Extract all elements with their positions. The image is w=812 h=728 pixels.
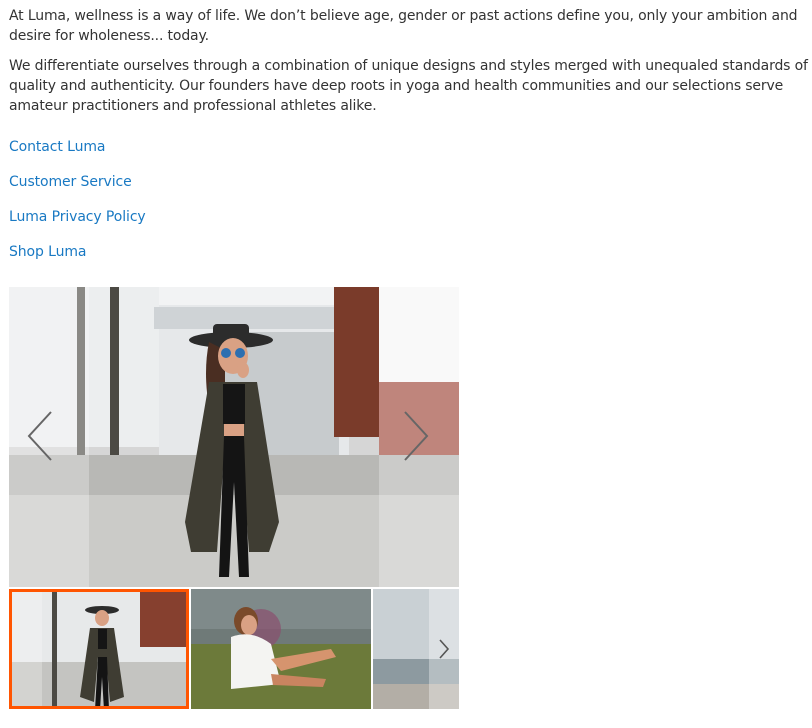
model-figure	[185, 324, 279, 577]
gallery-thumbnail-1[interactable]	[9, 589, 189, 709]
gallery-prev-button[interactable]	[20, 406, 60, 466]
chevron-left-icon	[27, 411, 52, 461]
gallery-main-image[interactable]	[9, 287, 459, 587]
intro-paragraph-2: We differentiate ourselves through a com…	[9, 58, 808, 114]
privacy-policy-link[interactable]: Luma Privacy Policy	[9, 207, 146, 242]
chevron-right-icon	[439, 639, 450, 659]
footer-links: Contact Luma Customer Service Luma Priva…	[9, 137, 146, 277]
contact-luma-link[interactable]: Contact Luma	[9, 137, 146, 172]
shop-luma-link[interactable]: Shop Luma	[9, 242, 146, 277]
gallery-next-button[interactable]	[396, 406, 436, 466]
gallery-thumbnails	[9, 589, 459, 709]
customer-service-link[interactable]: Customer Service	[9, 172, 146, 207]
intro-paragraph-1: At Luma, wellness is a way of life. We d…	[9, 8, 798, 44]
gallery-thumbnail-2[interactable]	[191, 589, 371, 709]
thumbnails-next-button[interactable]	[429, 589, 459, 709]
intro-text: At Luma, wellness is a way of life. We d…	[9, 6, 809, 126]
chevron-right-icon	[404, 411, 429, 461]
